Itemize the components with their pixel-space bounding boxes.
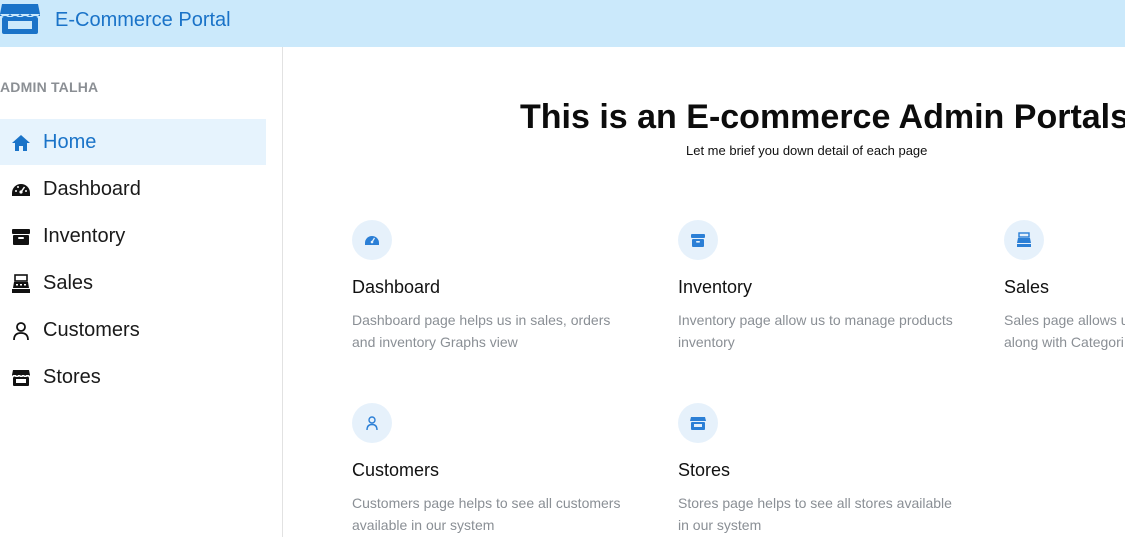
card-desc-dashboard: Dashboard page helps us in sales, orders… bbox=[352, 309, 610, 353]
card-desc-stores: Stores page helps to see all stores avai… bbox=[678, 492, 952, 536]
card-desc-customers: Customers page helps to see all customer… bbox=[352, 492, 620, 536]
sidebar-item-label: Dashboard bbox=[43, 178, 141, 200]
dashboard-icon bbox=[12, 184, 30, 196]
card-title-customers: Customers bbox=[352, 460, 440, 480]
card-icon-wrapper bbox=[678, 220, 718, 260]
sidebar-item-dashboard[interactable]: Dashboard bbox=[0, 166, 266, 212]
sidebar-item-stores[interactable]: Stores bbox=[0, 354, 266, 400]
card-desc-line: available in our system bbox=[352, 517, 495, 533]
card-desc-line: Customers page helps to see all customer… bbox=[352, 495, 621, 511]
card-desc-line: inventory bbox=[678, 334, 735, 350]
card-title-stores: Stores bbox=[678, 460, 731, 480]
inventory-icon bbox=[12, 229, 30, 245]
card-icon-wrapper bbox=[352, 403, 392, 443]
top-bar: E-Commerce Portal bbox=[0, 0, 1125, 47]
card-desc-line: Inventory page allow us to manage produc… bbox=[678, 312, 953, 328]
sidebar-item-sales[interactable]: Sales bbox=[0, 260, 266, 306]
card-desc-line: and inventory Graphs view bbox=[352, 334, 518, 350]
sidebar-item-customers[interactable]: Customers bbox=[0, 307, 266, 353]
card-desc-line: Sales page allows us bbox=[1004, 312, 1125, 328]
card-desc-line: along with Categori bbox=[1004, 334, 1124, 350]
app-title[interactable]: E-Commerce Portal bbox=[55, 9, 231, 32]
sidebar: ADMIN TALHA Home Dashboard Inventory Sal… bbox=[0, 47, 283, 537]
sales-icon bbox=[1017, 232, 1031, 247]
card-desc-line: Stores page helps to see all stores avai… bbox=[678, 495, 952, 511]
store-icon[interactable] bbox=[0, 2, 40, 36]
page-title: This is an E-commerce Admin Portals bbox=[520, 98, 1125, 136]
inventory-icon bbox=[691, 234, 705, 247]
sidebar-item-home[interactable]: Home bbox=[0, 119, 266, 165]
sidebar-item-label: Home bbox=[43, 131, 97, 153]
sidebar-item-label: Sales bbox=[43, 272, 94, 294]
user-icon bbox=[366, 416, 378, 431]
card-icon-wrapper bbox=[1004, 220, 1044, 260]
card-desc-sales: Sales page allows us along with Categori bbox=[1004, 309, 1125, 353]
card-desc-line: in our system bbox=[678, 517, 762, 533]
card-title-inventory: Inventory bbox=[678, 277, 753, 297]
card-title-sales: Sales bbox=[1004, 277, 1050, 297]
sidebar-item-inventory[interactable]: Inventory bbox=[0, 213, 266, 259]
card-icon-wrapper bbox=[352, 220, 392, 260]
store-icon bbox=[690, 417, 706, 430]
sales-icon bbox=[12, 274, 30, 293]
page-subtitle: Let me brief you down detail of each pag… bbox=[686, 143, 928, 158]
card-icon-wrapper bbox=[678, 403, 718, 443]
home-icon bbox=[12, 135, 30, 151]
user-icon bbox=[13, 322, 29, 341]
card-desc-inventory: Inventory page allow us to manage produc… bbox=[678, 309, 953, 353]
sidebar-user-label: ADMIN TALHA bbox=[0, 79, 99, 95]
sidebar-item-label: Customers bbox=[43, 319, 140, 341]
card-desc-line: Dashboard page helps us in sales, orders bbox=[352, 312, 611, 328]
sidebar-item-label: Stores bbox=[43, 366, 101, 388]
dashboard-icon bbox=[365, 236, 379, 245]
card-title-dashboard: Dashboard bbox=[352, 277, 441, 297]
sidebar-item-label: Inventory bbox=[43, 225, 126, 247]
store-icon bbox=[12, 370, 30, 386]
